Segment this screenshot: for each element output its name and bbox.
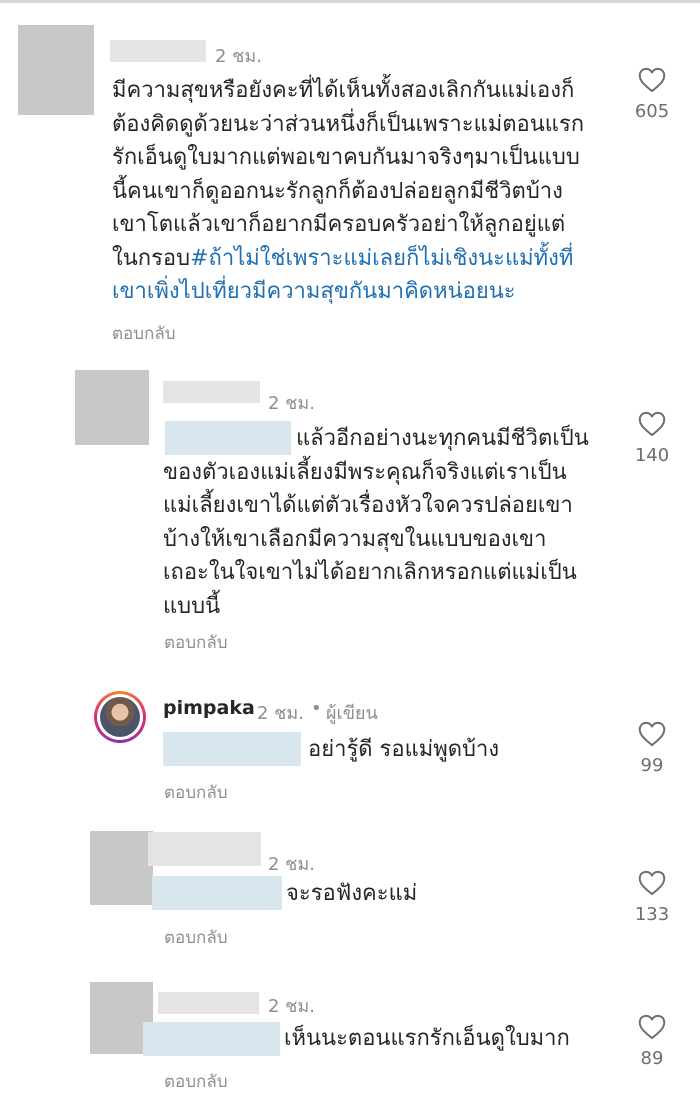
comment-line: แม่เลี้ยงเขาได้แต่ตัวเรื่องหัวใจควรปล่อย… (163, 493, 573, 518)
like-control: 99 (622, 721, 682, 776)
comment-time: 2 ชม. (268, 393, 315, 414)
like-count: 99 (640, 755, 664, 776)
comment-line: เถอะในใจเขาไม่ได้อยากเลิกหรอกแต่แม่เป็น (163, 560, 577, 585)
comment-text-plain: ในกรอบ (112, 245, 191, 271)
comment-text: จะรอฟังคะแม่ (286, 877, 417, 911)
heart-outline-icon[interactable] (638, 1014, 666, 1040)
like-count: 140 (634, 445, 670, 466)
like-count: 133 (634, 904, 670, 925)
avatar[interactable] (94, 691, 146, 743)
like-control: 89 (622, 1014, 682, 1069)
comment-line: ของตัวเองแม่เลี้ยงมีพระคุณก็จริงแต่เราเป… (163, 459, 567, 485)
comment-line: บ้างให้เขาเลือกมีความสุขในแบบของเขา (163, 526, 547, 552)
like-control: 605 (622, 67, 682, 122)
reply-button[interactable]: ตอบกลับ (112, 320, 176, 347)
comment-time: 2 ชม. (215, 46, 262, 67)
reply-button[interactable]: ตอบกลับ (164, 629, 228, 656)
comment-line: ในกรอบ#ถ้าไม่ใช่เพราะแม่เลยก็ไม่เชิงนะแม… (112, 242, 584, 276)
comment-time: 2 ชม. (268, 854, 315, 875)
comment-line: เห็นนะตอนแรกรักเอ็นดูใบมาก (284, 1026, 570, 1051)
comment-line: รักเอ็นดูใบมากแต่พอเขาคบกันมาจริงๆมาเป็น… (112, 145, 580, 170)
username-link[interactable]: pimpaka (163, 697, 255, 719)
comment-line: ต้องคิดดูด้วยนะว่าส่วนหนึ่งก็เป็นเพราะแม… (112, 111, 585, 137)
reply-button[interactable]: ตอบกลับ (164, 924, 228, 951)
comment-line: อย่ารู้ดี รอแม่พูดบ้าง (308, 737, 500, 762)
top-divider (0, 0, 700, 3)
comment-time: 2 ชม. (268, 996, 315, 1017)
hashtag-link-continued[interactable]: เขาเพิ่งไปเที่ยวมีความสุขกันมาคิดหน่อยนะ (112, 275, 584, 309)
hashtag-link[interactable]: #ถ้าไม่ใช่เพราะแม่เลยก็ไม่เชิงนะแม่ทั้งท… (190, 246, 573, 271)
comment-time: 2 ชม. (257, 703, 304, 724)
username-redacted[interactable] (158, 992, 259, 1014)
comment-line: นี้คนเขาก็ดูออกนะรักลูกก็ต้องปล่อยลูกมีช… (112, 178, 563, 204)
comment-text: แล้วอีกอย่างนะทุกคนมีชีวิตเป็น ของตัวเอง… (163, 422, 589, 623)
avatar-redacted[interactable] (90, 831, 153, 905)
heart-outline-icon[interactable] (638, 870, 666, 896)
heart-outline-icon[interactable] (638, 67, 666, 93)
username-redacted[interactable] (163, 381, 260, 403)
comment-text: อย่ารู้ดี รอแม่พูดบ้าง (308, 733, 499, 767)
like-control: 140 (622, 411, 682, 466)
username-redacted[interactable] (148, 832, 261, 866)
comment-text: เห็นนะตอนแรกรักเอ็นดูใบมาก (284, 1022, 570, 1056)
mention-redacted[interactable] (163, 732, 301, 766)
like-count: 89 (640, 1048, 664, 1069)
comment-line: เขาโตแล้วเขาก็อยากมีครอบครัวอย่าให้ลูกอย… (112, 212, 566, 237)
comment-line: จะรอฟังคะแม่ (286, 881, 418, 906)
author-tag: ผู้เขียน (326, 703, 378, 724)
avatar-redacted[interactable] (18, 25, 94, 115)
reply-button[interactable]: ตอบกลับ (164, 779, 228, 806)
avatar-redacted[interactable] (75, 370, 149, 445)
mention-redacted[interactable] (143, 1022, 280, 1056)
comment-line: มีความสุขหรือยังคะที่ได้เห็นทั้งสองเลิกก… (112, 78, 575, 103)
reply-button[interactable]: ตอบกลับ (164, 1068, 228, 1095)
mention-redacted[interactable] (152, 876, 282, 910)
username-redacted[interactable] (110, 40, 206, 62)
heart-outline-icon[interactable] (638, 721, 666, 747)
like-control: 133 (622, 870, 682, 925)
like-count: 605 (634, 101, 670, 122)
comment-line: แล้วอีกอย่างนะทุกคนมีชีวิตเป็น (296, 426, 589, 451)
comment-line: แบบนี้ (163, 593, 221, 619)
heart-outline-icon[interactable] (638, 411, 666, 437)
avatar-photo (100, 697, 140, 737)
separator-dot: • (311, 698, 322, 719)
avatar-frame (97, 694, 143, 740)
comment-text: มีความสุขหรือยังคะที่ได้เห็นทั้งสองเลิกก… (112, 74, 584, 309)
